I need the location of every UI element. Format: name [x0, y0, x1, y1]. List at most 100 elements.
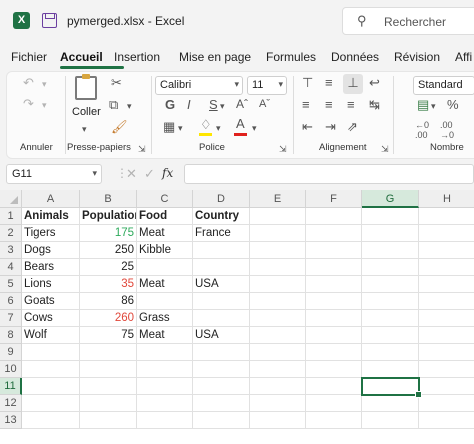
grid-cell[interactable] [193, 361, 250, 378]
grid-cell[interactable] [80, 378, 137, 395]
grid-cell[interactable] [193, 344, 250, 361]
redo-icon[interactable]: ↷ [23, 97, 34, 111]
grid-cell[interactable] [80, 412, 137, 429]
tab-affichage[interactable]: Affi [455, 50, 472, 64]
copy-icon[interactable]: ⧉ [109, 98, 118, 112]
grid-cell[interactable] [250, 395, 306, 412]
currency-dropdown-icon[interactable]: ▾ [431, 99, 436, 113]
grid-cell[interactable] [22, 412, 80, 429]
grid-cell[interactable] [250, 361, 306, 378]
row-header-13[interactable]: 13 [0, 412, 22, 429]
grid-cell[interactable] [362, 225, 419, 242]
grid-cell[interactable] [137, 293, 193, 310]
grid-cell[interactable] [362, 293, 419, 310]
redo-dropdown-icon[interactable]: ▾ [42, 98, 47, 112]
grid-cell[interactable] [137, 344, 193, 361]
grid-cell[interactable] [362, 242, 419, 259]
column-header-a[interactable]: A [22, 190, 80, 208]
align-middle-icon[interactable]: ≡ [325, 76, 333, 90]
row-header-12[interactable]: 12 [0, 395, 22, 412]
paste-dropdown-icon[interactable]: ▾ [82, 122, 87, 136]
name-box[interactable]: G11 ▾ [6, 164, 102, 184]
grid-cell[interactable] [22, 361, 80, 378]
data-cell-d5[interactable]: USA [193, 276, 250, 293]
select-all-corner[interactable] [0, 190, 22, 208]
grid-cell[interactable] [419, 378, 474, 395]
header-cell-d[interactable]: Country [193, 208, 250, 225]
grid-cell[interactable] [80, 344, 137, 361]
data-cell-b3[interactable]: 250 [80, 242, 137, 259]
grid-cell[interactable] [250, 378, 306, 395]
grid-cell[interactable] [193, 395, 250, 412]
paste-label[interactable]: Coller [72, 106, 101, 118]
data-cell-b6[interactable]: 86 [80, 293, 137, 310]
grid-cell[interactable] [419, 344, 474, 361]
grid-cell[interactable] [306, 293, 362, 310]
number-format-select[interactable]: Standard [413, 76, 474, 95]
column-header-d[interactable]: D [193, 190, 250, 208]
alignment-launcher-icon[interactable]: ⇲ [381, 142, 389, 156]
fill-dropdown-icon[interactable]: ▾ [216, 121, 221, 135]
grid-cell[interactable] [250, 225, 306, 242]
grid-cell[interactable] [419, 361, 474, 378]
grid-cell[interactable] [419, 327, 474, 344]
grid-cell[interactable] [419, 276, 474, 293]
grid-cell[interactable] [250, 344, 306, 361]
enter-icon[interactable]: ✓ [144, 167, 155, 181]
grid-cell[interactable] [22, 395, 80, 412]
grid-cell[interactable] [80, 395, 137, 412]
data-cell-d2[interactable]: France [193, 225, 250, 242]
grid-cell[interactable] [306, 225, 362, 242]
grid-cell[interactable] [306, 259, 362, 276]
row-header-8[interactable]: 8 [0, 327, 22, 344]
data-cell-d8[interactable]: USA [193, 327, 250, 344]
grid-cell[interactable] [137, 378, 193, 395]
grid-cell[interactable] [306, 310, 362, 327]
search-box[interactable]: ⚲ Rechercher [342, 7, 474, 35]
column-header-f[interactable]: F [306, 190, 362, 208]
grid-cell[interactable] [193, 242, 250, 259]
column-header-g[interactable]: G [362, 190, 419, 208]
undo-dropdown-icon[interactable]: ▾ [42, 77, 47, 91]
grid-cell[interactable] [362, 259, 419, 276]
fill-color-icon[interactable]: ♢ [200, 118, 212, 132]
save-icon[interactable] [42, 13, 57, 28]
header-cell-c[interactable]: Food [137, 208, 193, 225]
grid-cell[interactable] [137, 412, 193, 429]
grid-cell[interactable] [419, 225, 474, 242]
column-header-c[interactable]: C [137, 190, 193, 208]
grid-cell[interactable] [250, 293, 306, 310]
grid-cell[interactable] [306, 344, 362, 361]
grid-cell[interactable] [419, 310, 474, 327]
row-header-9[interactable]: 9 [0, 344, 22, 361]
align-bottom-icon[interactable]: ⊥ [343, 74, 363, 94]
font-size-select[interactable]: 11 ▾ [247, 76, 287, 95]
copy-dropdown-icon[interactable]: ▾ [127, 99, 132, 113]
tab-insertion[interactable]: Insertion [114, 50, 160, 64]
decrease-decimal-icon[interactable]: .00 →0 [440, 120, 454, 140]
grid-cell[interactable] [362, 310, 419, 327]
grid-cell[interactable] [306, 276, 362, 293]
tab-fichier[interactable]: Fichier [11, 50, 47, 64]
increase-indent-icon[interactable]: ⇥ [325, 120, 336, 134]
data-cell-b7[interactable]: 260 [80, 310, 137, 327]
grid-cell[interactable] [306, 242, 362, 259]
grid-cell[interactable] [193, 259, 250, 276]
data-cell-c5[interactable]: Meat [137, 276, 193, 293]
borders-icon[interactable]: ▦ [163, 120, 175, 134]
clipboard-launcher-icon[interactable]: ⇲ [138, 142, 146, 156]
grid-cell[interactable] [250, 412, 306, 429]
spreadsheet-grid[interactable]: A B C D E F G H 1 2 3 4 5 6 7 8 9 10 11 … [0, 190, 474, 444]
cancel-icon[interactable]: ✕ [126, 167, 137, 181]
merge-center-icon[interactable]: ↹ [369, 98, 380, 112]
grid-cell[interactable] [80, 361, 137, 378]
tab-donnees[interactable]: Données [331, 50, 379, 64]
grid-cell[interactable] [306, 361, 362, 378]
underline-button[interactable]: S [209, 98, 218, 112]
grid-cell[interactable] [362, 412, 419, 429]
data-cell-a6[interactable]: Goats [22, 293, 80, 310]
bold-button[interactable]: G [165, 98, 175, 112]
grid-cell[interactable] [419, 208, 474, 225]
format-painter-icon[interactable]: 🖌 [111, 120, 128, 134]
grid-cell[interactable] [22, 344, 80, 361]
